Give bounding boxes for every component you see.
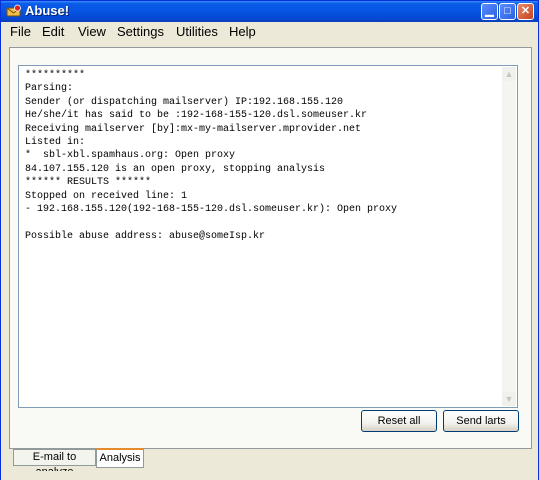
close-button[interactable]: ✕ xyxy=(517,3,534,20)
scroll-down-button[interactable]: ▼ xyxy=(502,392,516,406)
output-line: He/she/it has said to be :192-168-155-12… xyxy=(25,110,368,122)
send-larts-button[interactable]: Send larts xyxy=(443,410,519,432)
menu-settings[interactable]: Settings xyxy=(117,24,164,39)
output-line: Stopped on received line: 1 xyxy=(25,190,188,202)
menu-utilities[interactable]: Utilities xyxy=(176,24,218,39)
minimize-button[interactable]: ▁ xyxy=(481,3,498,20)
output-line: Listed in: xyxy=(25,137,86,149)
window-title: Abuse! xyxy=(25,3,70,18)
output-line: Possible abuse address: abuse@someIsp.kr xyxy=(25,230,266,242)
tab-email-to-analyze[interactable]: E-mail to analyze xyxy=(13,449,96,478)
minimize-icon: ▁ xyxy=(485,5,494,17)
menu-edit[interactable]: Edit xyxy=(42,24,64,39)
output-line: * sbl-xbl.spamhaus.org: Open proxy xyxy=(25,150,236,162)
output-line: 84.107.155.120 is an open proxy, stoppin… xyxy=(25,163,326,175)
app-window: Abuse! ▁ □ ✕ File Edit View Settings Uti… xyxy=(0,0,539,480)
scroll-up-button[interactable]: ▲ xyxy=(502,67,516,81)
maximize-icon: □ xyxy=(504,5,511,17)
title-bar[interactable]: Abuse! ▁ □ ✕ xyxy=(1,1,538,22)
output-line: ********** xyxy=(25,70,86,81)
output-line: Sender (or dispatching mailserver) IP:19… xyxy=(25,96,344,108)
app-icon xyxy=(6,4,21,17)
menu-bar: File Edit View Settings Utilities Help xyxy=(1,22,538,42)
output-line: ****** RESULTS ****** xyxy=(25,177,152,189)
menu-help[interactable]: Help xyxy=(229,24,256,39)
analysis-text: ********** Parsing: Sender (or dispatchi… xyxy=(25,69,397,243)
close-icon: ✕ xyxy=(520,5,531,17)
reset-all-button[interactable]: Reset all xyxy=(361,410,437,432)
menu-view[interactable]: View xyxy=(78,24,106,39)
chevron-up-icon: ▲ xyxy=(504,69,514,79)
output-line: - 192.168.155.120(192-168-155-120.dsl.so… xyxy=(25,204,398,216)
analysis-output[interactable]: ********** Parsing: Sender (or dispatchi… xyxy=(18,65,518,408)
tab-analysis[interactable]: Analysis xyxy=(96,448,144,468)
output-line: Receiving mailserver [by]:mx-my-mailserv… xyxy=(25,123,362,135)
vertical-scrollbar[interactable]: ▲ ▼ xyxy=(502,67,516,406)
output-line: Parsing: xyxy=(25,83,74,95)
menu-file[interactable]: File xyxy=(10,24,31,39)
chevron-down-icon: ▼ xyxy=(504,394,514,404)
maximize-button[interactable]: □ xyxy=(499,3,516,20)
window-bottom-edge xyxy=(1,471,538,480)
